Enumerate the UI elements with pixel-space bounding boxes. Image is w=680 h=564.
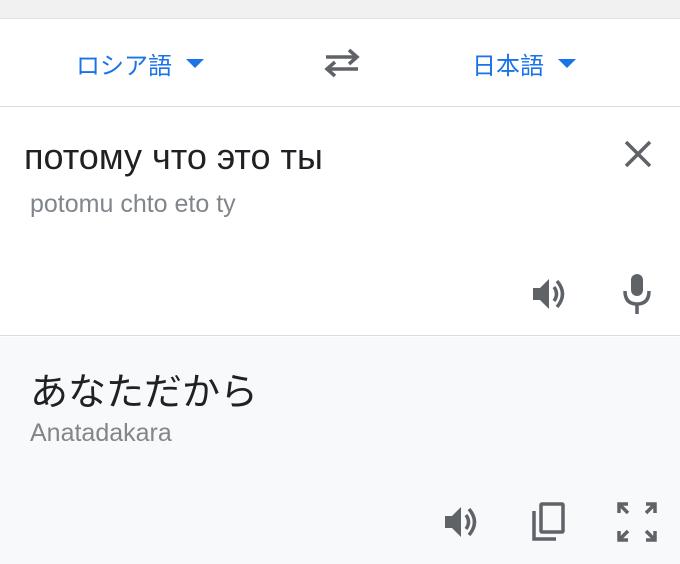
chevron-down-icon <box>558 58 576 68</box>
target-language-label: 日本語 <box>472 51 544 80</box>
fullscreen-button[interactable] <box>616 501 658 543</box>
source-language-selector[interactable]: ロシア語 <box>76 47 204 80</box>
copy-icon <box>532 502 565 541</box>
clear-input-button[interactable] <box>618 134 658 174</box>
source-transliteration: potomu chto eto ty <box>30 190 236 218</box>
translation-romanization: Anatadakara <box>30 419 172 447</box>
translated-text: あなただから <box>30 370 259 414</box>
source-text[interactable]: потому что это ты <box>24 136 323 178</box>
source-input-panel[interactable]: потому что это ты potomu chto eto ty <box>0 108 680 336</box>
voice-input-button[interactable] <box>622 272 652 316</box>
speaker-icon <box>445 507 477 537</box>
chevron-down-icon <box>186 58 204 68</box>
source-language-label: ロシア語 <box>76 51 172 80</box>
swap-arrows-icon <box>324 48 360 78</box>
copy-translation-button[interactable] <box>530 501 568 543</box>
top-strip <box>0 0 680 18</box>
swap-languages-button[interactable] <box>320 45 364 81</box>
listen-source-button[interactable] <box>530 274 572 314</box>
fullscreen-icon <box>617 502 657 542</box>
speaker-icon <box>533 279 565 309</box>
listen-translation-button[interactable] <box>442 502 484 542</box>
close-icon <box>624 140 652 168</box>
microphone-icon <box>623 274 651 314</box>
target-language-selector[interactable]: 日本語 <box>472 47 576 80</box>
language-bar: ロシア語 日本語 <box>0 19 680 107</box>
translation-output-panel: あなただから Anatadakara <box>0 337 680 564</box>
